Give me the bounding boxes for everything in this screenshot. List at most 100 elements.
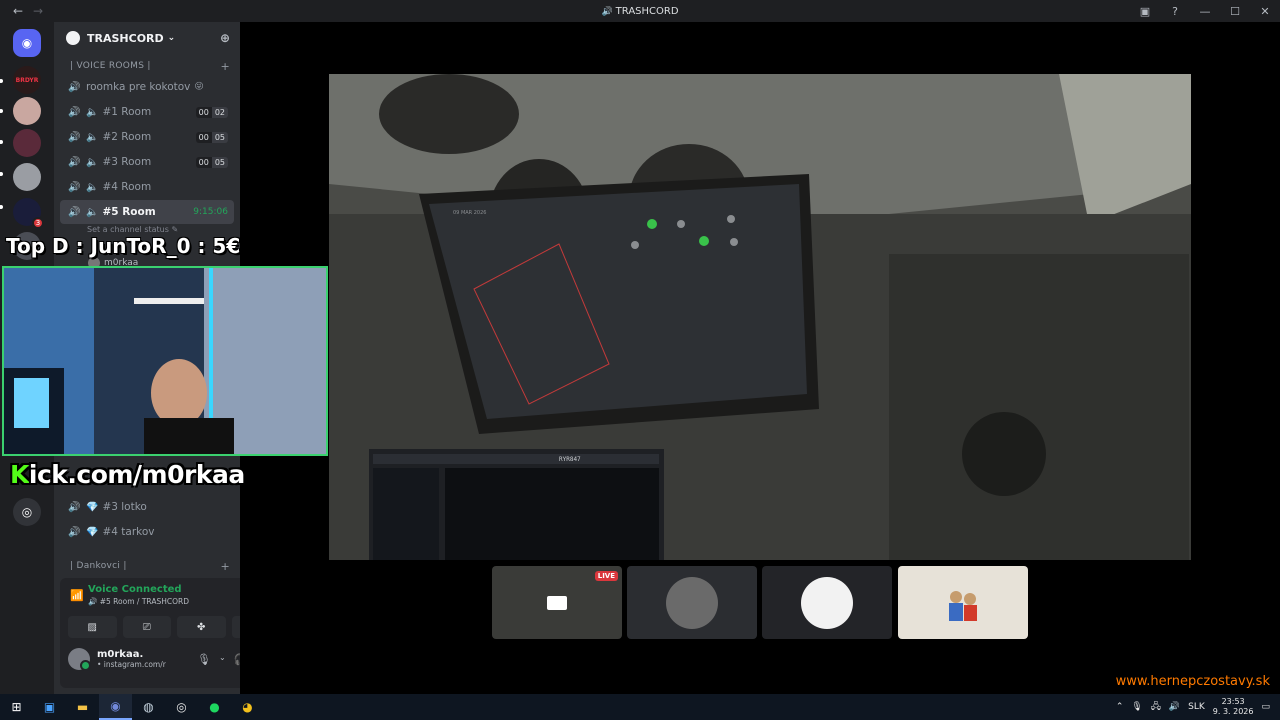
windows-start-icon[interactable]: ⊞: [0, 694, 33, 720]
top-donor-overlay: Top D : JunToR_0 : 5€: [6, 234, 241, 258]
volume-icon[interactable]: 🔊: [1169, 702, 1180, 712]
avatar: [666, 576, 718, 629]
user-count: 00 05: [195, 131, 228, 143]
minimize-button[interactable]: —: [1190, 0, 1220, 22]
add-channel-icon[interactable]: +: [220, 60, 230, 73]
speaker-icon: 🔈: [86, 106, 99, 118]
cockpit-scene: RYR847 09 MAR 2026: [329, 74, 1191, 560]
channel-tarkov[interactable]: 🔊 💎 #4 tarkov: [60, 520, 234, 544]
server-icon[interactable]: 3: [13, 198, 44, 229]
speaker-icon: 🔈: [86, 206, 99, 218]
spotify-icon[interactable]: ●: [198, 694, 231, 720]
channel-room-1[interactable]: 🔊 🔈 #1 Room 00 02: [60, 100, 234, 124]
participant-tile[interactable]: [898, 566, 1028, 639]
server-icon[interactable]: [13, 97, 41, 125]
speaker-icon: 🔈: [86, 156, 99, 168]
microphone-tray-icon[interactable]: 🎙: [1131, 702, 1142, 712]
voice-location[interactable]: 🔊 #5 Room / TRASHCORD: [88, 597, 189, 606]
voice-channel-icon: 🔊: [68, 131, 81, 143]
maximize-button[interactable]: ☐: [1220, 0, 1250, 22]
live-badge: LIVE: [594, 571, 618, 581]
forward-arrow-icon[interactable]: →: [30, 3, 46, 19]
channel-room-5[interactable]: 🔊 🔈 #5 Room 9:15:06: [60, 200, 234, 224]
screen-share-stream[interactable]: RYR847 09 MAR 2026: [329, 74, 1191, 560]
clock[interactable]: 23:53 9. 3. 2026: [1213, 697, 1254, 717]
gem-icon: 💎: [86, 501, 99, 513]
call-timer: 9:15:06: [193, 207, 228, 217]
webcam-overlay: [2, 266, 328, 456]
unread-pip: [0, 109, 3, 113]
unread-pip: [0, 79, 3, 83]
voice-channel-icon: 🔊: [68, 181, 81, 193]
channel-label: #5 Room: [102, 206, 156, 218]
close-button[interactable]: ✕: [1250, 0, 1280, 22]
microphone-icon[interactable]: 🎙: [197, 653, 211, 666]
channel-label: #3 lotko: [102, 501, 147, 513]
chrome-icon[interactable]: ◕: [231, 694, 264, 720]
channel-label: #2 Room: [102, 131, 152, 143]
mention-badge: 3: [32, 217, 44, 229]
system-tray: ⌃ 🎙 🖧 🔊 SLK 23:53 9. 3. 2026 ▭: [1116, 694, 1280, 720]
watermark: www.hernepczostavy.sk: [1115, 674, 1270, 689]
add-channel-icon[interactable]: +: [220, 560, 230, 573]
channel-roomka[interactable]: 🔊 roomka pre kokotov 😜: [60, 75, 234, 99]
window-title: 🔊 TRASHCORD: [601, 5, 679, 17]
notifications-icon[interactable]: ▭: [1261, 702, 1270, 712]
signal-icon[interactable]: 📶: [70, 589, 88, 602]
activities-button[interactable]: ✤: [177, 616, 226, 638]
inbox-icon[interactable]: ▣: [1130, 0, 1160, 22]
guild-header[interactable]: TRASHCORD ⌄ ⊕: [54, 22, 240, 54]
channel-label: roomka pre kokotov: [86, 81, 191, 93]
voice-channel-icon: 🔊: [68, 501, 81, 513]
stream-tile[interactable]: LIVE: [492, 566, 622, 639]
channel-room-3[interactable]: 🔊 🔈 #3 Room 00 05: [60, 150, 234, 174]
voice-status: Voice Connected: [88, 584, 182, 595]
steam-icon[interactable]: ◍: [132, 694, 165, 720]
language-indicator[interactable]: SLK: [1188, 702, 1205, 712]
channel-room-4[interactable]: 🔊 🔈 #4 Room: [60, 175, 234, 199]
category-label: | VOICE ROOMS |: [70, 61, 151, 71]
screen-share-icon: [547, 595, 567, 610]
webcam-scene: [4, 268, 326, 454]
avatar[interactable]: [68, 648, 91, 671]
title-bar: ← → 🔊 TRASHCORD ▣ ? — ☐ ✕: [0, 0, 1280, 22]
server-icon[interactable]: [13, 163, 41, 191]
speaker-icon: 🔈: [86, 131, 99, 143]
help-icon[interactable]: ?: [1160, 0, 1190, 22]
channel-label: #4 Room: [102, 181, 152, 193]
unread-pip: [0, 140, 3, 144]
user-count: 00 02: [195, 106, 228, 118]
gem-icon: 💎: [86, 526, 99, 538]
back-arrow-icon[interactable]: ←: [10, 3, 26, 19]
voice-channel-icon: 🔊: [68, 526, 81, 538]
folder-icon[interactable]: ▬: [66, 694, 99, 720]
guild-icon: [66, 31, 80, 45]
channel-room-2[interactable]: 🔊 🔈 #2 Room 00 05: [60, 125, 234, 149]
discord-app-icon[interactable]: ◉: [99, 694, 132, 720]
category-label: | Dankovci |: [70, 561, 127, 571]
discord-home-icon[interactable]: ◉: [13, 29, 41, 57]
category-dankovci[interactable]: | Dankovci | +: [54, 558, 240, 574]
participant-tile[interactable]: [762, 566, 892, 639]
obs-icon[interactable]: ◎: [165, 694, 198, 720]
server-icon[interactable]: [13, 129, 41, 157]
channel-label: #4 tarkov: [102, 526, 155, 538]
video-off-button[interactable]: ▨: [68, 616, 117, 638]
discover-icon[interactable]: ◎: [13, 498, 41, 526]
explorer-icon[interactable]: ▣: [33, 694, 66, 720]
chevron-up-icon[interactable]: ⌃: [1116, 702, 1124, 712]
channel-lotko[interactable]: 🔊 💎 #3 lotko: [60, 495, 234, 519]
channel-label: #1 Room: [102, 106, 152, 118]
server-icon[interactable]: BRDYR: [13, 66, 41, 94]
network-icon[interactable]: 🖧: [1151, 699, 1161, 715]
user-name: m0rkaa.: [97, 649, 144, 660]
voice-channel-icon: 🔊: [68, 156, 81, 168]
unread-pip: [0, 172, 3, 176]
category-voice-rooms[interactable]: | VOICE ROOMS | +: [54, 58, 240, 74]
screen-share-button[interactable]: ⎚: [122, 616, 171, 638]
chevron-down-icon[interactable]: ⌄: [219, 653, 226, 666]
invite-icon[interactable]: ⊕: [220, 31, 230, 45]
voice-channel-icon: 🔊: [68, 106, 81, 118]
participant-tile[interactable]: [627, 566, 757, 639]
avatar: [937, 576, 989, 629]
